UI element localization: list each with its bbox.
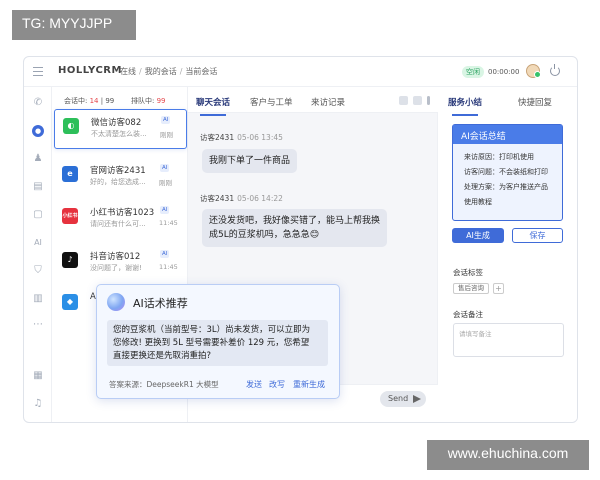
transfer-icon[interactable] [399,96,408,105]
add-tag-button[interactable]: + [493,283,504,294]
popup-title: AI话术推荐 [133,297,188,310]
message-meta: 访客2431 05-06 14:22 [200,194,283,203]
top-bar: HOLLYCRM 在线 / 我的会话 / 当前会话 空闲 00:00:00 [24,57,577,87]
conversation-preview: 不太清楚怎么装... [91,130,147,138]
message-bubble: 还没发货吧，我好像买错了，能马上帮我换 成5L的豆浆机吗，急急急😊 [202,209,388,247]
conversation-time: 11:45 [159,263,178,271]
conversation-preview: 没问题了，谢谢! [90,264,142,272]
conversation-name: 官网访客2431 [90,166,146,176]
wechat-icon: ◐ [63,118,79,134]
user-icon[interactable]: ♟ [32,153,44,165]
status-badge[interactable]: 空闲 [462,66,484,78]
conversation-item-website[interactable]: e 官网访客2431 AI 好的，给您选成... 刚刚 [52,157,188,197]
conversation-item-douyin[interactable]: ♪ 抖音访客012 AI 没问题了，谢谢! 11:45 [52,243,188,283]
service-panel: 服务小结 快捷回复 AI会话总结 来访原因：打印机使用 访客问题：不会装纸和打印… [438,87,577,422]
tab-quick-reply[interactable]: 快捷回复 [518,96,552,108]
summary-line: 处理方案：为客户推送产品 [464,183,548,191]
more-vertical-icon[interactable] [427,96,430,105]
answer-source: 答案来源：DeepseekR1 大模型 [109,380,219,389]
save-button[interactable]: 保存 [512,228,563,243]
message-icon[interactable]: ▢ [32,209,44,221]
watermark-bottom-right: www.ehuchina.com [427,440,589,470]
breadcrumb-item[interactable]: 我的会话 [145,67,177,76]
book-icon[interactable]: ▦ [32,370,44,382]
summary-line: 访客问题：不会装纸和打印 [464,168,548,176]
watermark-top-left: TG: MYYJJPP [12,10,136,40]
conversation-item-xiaohongshu[interactable]: 小红书 小红书访客1023 AI 请问还有什么可... 11:45 [52,199,188,239]
send-button[interactable]: Send [380,391,426,407]
ai-badge: AI [160,206,170,214]
menu-icon[interactable] [33,67,43,76]
conversation-preview: 请问还有什么可... [90,220,146,228]
power-icon[interactable] [550,64,560,76]
tab-visit-history[interactable]: 来访记录 [311,96,345,108]
cube-icon: ◆ [62,294,78,310]
ai-summary-card: AI会话总结 来访原因：打印机使用 访客问题：不会装纸和打印 处理方案：为客户推… [452,124,563,221]
session-timer: 00:00:00 [488,68,520,76]
shield-icon[interactable]: ⛉ [32,265,44,277]
tab-customer-tickets[interactable]: 客户与工单 [250,96,293,108]
queue-count: 排队中: 99 [131,97,166,105]
session-tag[interactable]: 售后咨询 [453,283,489,294]
chat-icon[interactable]: ● [32,125,44,137]
message-meta: 访客2431 05-06 13:45 [200,133,283,142]
suggested-reply: 您的豆浆机（当前型号：3L）尚未发货，可以立即为 您修改! 更换到 5L 型号需… [107,320,328,366]
bar-chart-icon[interactable]: ▥ [32,293,44,305]
ai-suggestion-popup: AI话术推荐 您的豆浆机（当前型号：3L）尚未发货，可以立即为 您修改! 更换到… [96,284,340,399]
bell-icon[interactable]: ♫ [32,398,44,410]
message-bubble: 我刚下单了一件商品 [202,149,298,173]
conversation-item-wechat[interactable]: ◐ 微信访客082 AI 不太清楚怎么装... 刚刚 [54,109,187,149]
conversation-time: 刚刚 [160,131,173,139]
briefcase-icon[interactable]: ▤ [32,181,44,193]
conversation-name: 小红书访客1023 [90,208,155,218]
ai-orb-icon [107,293,125,311]
conversation-name: A [90,292,96,302]
conversation-preview: 好的，给您选成... [90,178,146,186]
summary-line: 使用教程 [464,198,492,206]
queue-stats: 会话中: 14 | 99 排队中: 99 [52,93,188,109]
chat-tabs: 聊天会话 客户与工单 来访记录 [188,87,438,116]
rewrite-button[interactable]: 改写 [269,379,285,390]
conversation-time: 11:45 [159,219,178,227]
xiaohongshu-icon: 小红书 [62,208,78,224]
send-icon [413,395,421,403]
send-suggestion-button[interactable]: 发送 [246,379,262,390]
tab-service-summary[interactable]: 服务小结 [448,96,482,116]
tab-chat[interactable]: 聊天会话 [196,96,230,116]
ai-badge: AI [160,164,170,172]
ai-icon[interactable]: AI [32,237,44,249]
conversation-name: 微信访客082 [91,118,142,128]
sidebar: ✆ ● ♟ ▤ ▢ AI ⛉ ▥ ⋯ ▦ ♫ [24,87,52,422]
conversation-name: 抖音访客012 [90,252,141,262]
ie-icon: e [62,166,78,182]
summary-line: 来访原因：打印机使用 [464,153,534,161]
breadcrumb-item: 当前会话 [185,67,218,76]
notes-label: 会话备注 [453,310,483,319]
app-logo: HOLLYCRM [58,65,122,76]
avatar[interactable] [526,64,541,78]
lock-icon[interactable] [413,96,422,105]
phone-icon[interactable]: ✆ [32,97,44,109]
conversation-time: 刚刚 [159,179,172,187]
regenerate-button[interactable]: 重新生成 [293,379,325,390]
summary-title: AI会话总结 [453,125,562,144]
more-icon[interactable]: ⋯ [32,319,44,331]
tiktok-icon: ♪ [62,252,78,268]
breadcrumb: 在线 / 我的会话 / 当前会话 [120,67,218,76]
breadcrumb-item[interactable]: 在线 [120,67,136,76]
ai-badge: AI [161,116,171,124]
session-count: 会话中: 14 | 99 [64,97,115,105]
ai-badge: AI [160,250,170,258]
ai-generate-button[interactable]: AI生成 [452,228,504,243]
notes-field[interactable]: 请填写备注 [453,323,564,357]
tags-label: 会话标签 [453,268,483,277]
